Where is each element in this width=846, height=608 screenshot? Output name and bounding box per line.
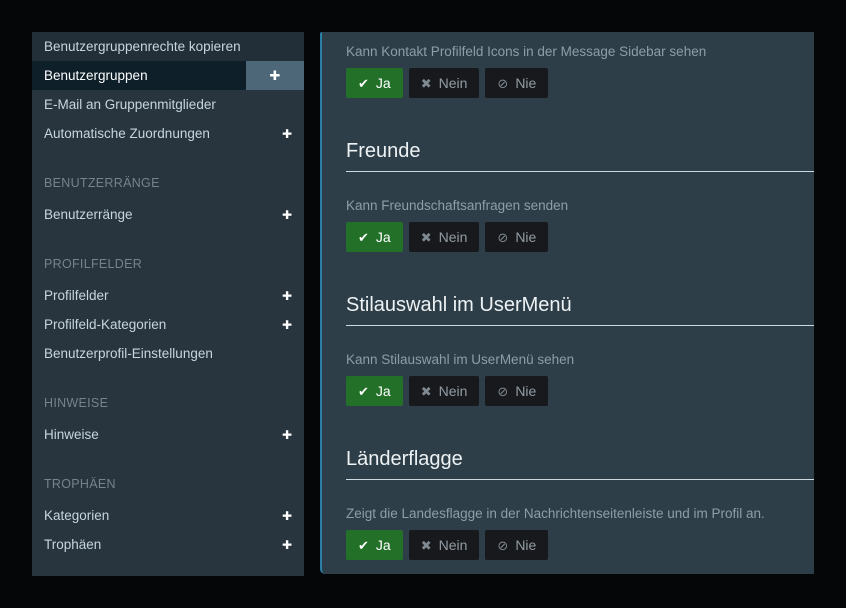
plus-icon[interactable]: ✚ xyxy=(282,128,292,140)
sidebar-group-header-benutzerraenge: BENUTZERRÄNGE xyxy=(32,175,304,191)
ban-icon: ⊘ xyxy=(497,539,508,552)
permission-label: Zeigt die Landesflagge in der Nachrichte… xyxy=(346,504,790,523)
button-label: Nein xyxy=(439,537,468,553)
expand-button[interactable]: ✚ xyxy=(246,61,304,90)
plus-icon[interactable]: ✚ xyxy=(282,319,292,331)
cross-icon: ✖ xyxy=(421,385,432,398)
sidebar-group-header-hinweise: HINWEISE xyxy=(32,395,304,411)
button-label: Nein xyxy=(439,75,468,91)
nein-button[interactable]: ✖ Nein xyxy=(409,376,480,406)
sidebar-item-label: Hinweise xyxy=(44,427,282,442)
button-label: Nie xyxy=(515,537,536,553)
plus-icon[interactable]: ✚ xyxy=(282,290,292,302)
ban-icon: ⊘ xyxy=(497,231,508,244)
check-icon: ✔ xyxy=(358,231,369,244)
section-heading: Freunde xyxy=(346,140,814,172)
permission-label: Kann Kontakt Profilfeld Icons in der Mes… xyxy=(346,42,790,61)
plus-icon[interactable]: ✚ xyxy=(282,429,292,441)
check-icon: ✔ xyxy=(358,77,369,90)
check-icon: ✔ xyxy=(358,385,369,398)
permission-label: Kann Stilauswahl im UserMenü sehen xyxy=(346,350,790,369)
sidebar-item-label: Trophäen xyxy=(44,537,282,552)
button-label: Nie xyxy=(515,229,536,245)
choice-group: ✔ Ja ✖ Nein ⊘ Nie xyxy=(346,222,790,252)
button-label: Ja xyxy=(376,383,391,399)
button-label: Nie xyxy=(515,383,536,399)
plus-icon[interactable]: ✚ xyxy=(282,209,292,221)
sidebar-item-label: Automatische Zuordnungen xyxy=(44,126,282,141)
sidebar-item-label: E-Mail an Gruppenmitglieder xyxy=(44,97,292,112)
sidebar-item-label: Benutzerprofil-Einstellungen xyxy=(44,346,292,361)
sidebar-item-hinweise[interactable]: Hinweise ✚ xyxy=(32,420,304,449)
cross-icon: ✖ xyxy=(421,231,432,244)
choice-group: ✔ Ja ✖ Nein ⊘ Nie xyxy=(346,68,790,98)
permission-section: Kann Kontakt Profilfeld Icons in der Mes… xyxy=(346,32,790,98)
choice-group: ✔ Ja ✖ Nein ⊘ Nie xyxy=(346,376,790,406)
button-label: Nie xyxy=(515,75,536,91)
plus-icon[interactable]: ✚ xyxy=(282,510,292,522)
ja-button[interactable]: ✔ Ja xyxy=(346,222,403,252)
ja-button[interactable]: ✔ Ja xyxy=(346,68,403,98)
sidebar-item-profilfeld-kategorien[interactable]: Profilfeld-Kategorien ✚ xyxy=(32,310,304,339)
sidebar-item-benutzergruppen[interactable]: Benutzergruppen ✚ xyxy=(32,61,304,90)
button-label: Ja xyxy=(376,537,391,553)
sidebar-item-kategorien[interactable]: Kategorien ✚ xyxy=(32,501,304,530)
sidebar-item-label: Benutzergruppen xyxy=(44,68,246,83)
sidebar-menu: Benutzergruppenrechte kopieren Benutzerg… xyxy=(32,32,304,576)
nie-button[interactable]: ⊘ Nie xyxy=(485,530,548,560)
sidebar-item-profilfelder[interactable]: Profilfelder ✚ xyxy=(32,281,304,310)
permission-label: Kann Freundschaftsanfragen senden xyxy=(346,196,790,215)
sidebar-item-label: Benutzerränge xyxy=(44,207,282,222)
permissions-panel: Kann Kontakt Profilfeld Icons in der Mes… xyxy=(320,32,814,574)
permission-section: Länderflagge Zeigt die Landesflagge in d… xyxy=(346,448,790,560)
nein-button[interactable]: ✖ Nein xyxy=(409,68,480,98)
sidebar-item-benutzerprofil-einstellungen[interactable]: Benutzerprofil-Einstellungen xyxy=(32,339,304,368)
ban-icon: ⊘ xyxy=(497,77,508,90)
nie-button[interactable]: ⊘ Nie xyxy=(485,376,548,406)
button-label: Ja xyxy=(376,229,391,245)
ban-icon: ⊘ xyxy=(497,385,508,398)
sidebar-item-automatische-zuordnungen[interactable]: Automatische Zuordnungen ✚ xyxy=(32,119,304,148)
check-icon: ✔ xyxy=(358,539,369,552)
nie-button[interactable]: ⊘ Nie xyxy=(485,68,548,98)
nein-button[interactable]: ✖ Nein xyxy=(409,530,480,560)
sidebar-item-trophaeen[interactable]: Trophäen ✚ xyxy=(32,530,304,559)
sidebar-item-label: Benutzergruppenrechte kopieren xyxy=(44,39,292,54)
sidebar-item-benutzergruppenrechte-kopieren[interactable]: Benutzergruppenrechte kopieren xyxy=(32,32,304,61)
section-heading: Länderflagge xyxy=(346,448,814,480)
plus-icon: ✚ xyxy=(270,69,281,82)
sidebar-item-benutzerraenge[interactable]: Benutzerränge ✚ xyxy=(32,200,304,229)
ja-button[interactable]: ✔ Ja xyxy=(346,376,403,406)
sidebar-group-header-profilfelder: PROFILFELDER xyxy=(32,256,304,272)
plus-icon[interactable]: ✚ xyxy=(282,539,292,551)
sidebar-item-label: Profilfeld-Kategorien xyxy=(44,317,282,332)
sidebar-item-label: Kategorien xyxy=(44,508,282,523)
button-label: Nein xyxy=(439,229,468,245)
permission-section: Stilauswahl im UserMenü Kann Stilauswahl… xyxy=(346,294,790,406)
choice-group: ✔ Ja ✖ Nein ⊘ Nie xyxy=(346,530,790,560)
cross-icon: ✖ xyxy=(421,77,432,90)
permission-section: Freunde Kann Freundschaftsanfragen sende… xyxy=(346,140,790,252)
sidebar-item-label: Profilfelder xyxy=(44,288,282,303)
button-label: Nein xyxy=(439,383,468,399)
nie-button[interactable]: ⊘ Nie xyxy=(485,222,548,252)
button-label: Ja xyxy=(376,75,391,91)
ja-button[interactable]: ✔ Ja xyxy=(346,530,403,560)
section-heading: Stilauswahl im UserMenü xyxy=(346,294,814,326)
cross-icon: ✖ xyxy=(421,539,432,552)
sidebar-item-email-an-gruppenmitglieder[interactable]: E-Mail an Gruppenmitglieder xyxy=(32,90,304,119)
admin-panel: { "colors": { "page_bg": "#040607", "sid… xyxy=(0,0,846,608)
sidebar-group-header-trophaeen: TROPHÄEN xyxy=(32,476,304,492)
nein-button[interactable]: ✖ Nein xyxy=(409,222,480,252)
